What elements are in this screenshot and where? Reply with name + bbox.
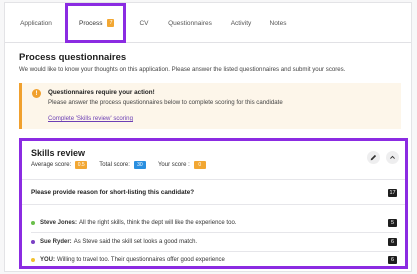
tab-activity[interactable]: Activity	[221, 3, 261, 43]
banner-text: Please answer the process questionnaires…	[48, 99, 283, 106]
total-score-label: Total score:	[99, 162, 130, 168]
status-dot	[31, 239, 35, 244]
comment-item: YOU: Willing to travel too. Their questi…	[31, 252, 399, 267]
edit-button[interactable]	[367, 151, 380, 164]
total-score-value: 30	[133, 161, 146, 169]
comment-author: Sue Ryder:	[40, 238, 72, 245]
chevron-up-icon	[390, 155, 395, 159]
application-panel: Application Process 7 CV Questionnaires …	[4, 2, 412, 272]
tab-application[interactable]: Application	[13, 3, 59, 43]
skills-review-card: Skills review Average score: 0.5 Total s…	[19, 138, 408, 269]
tab-label: Process	[79, 19, 103, 27]
banner-title: Questionnaires require your action!	[48, 89, 155, 96]
comment-author: Steve Jones:	[40, 219, 78, 226]
tab-bar: Application Process 7 CV Questionnaires …	[5, 3, 411, 43]
status-dot	[31, 257, 35, 262]
divider	[22, 204, 405, 205]
your-score: Your score : 0	[158, 161, 206, 169]
comment-text: All the right skills, think the dept wil…	[79, 219, 237, 226]
page-title: Process questionnaires	[19, 52, 127, 63]
comment-score-badge: 6	[388, 256, 397, 264]
status-dot	[31, 220, 35, 225]
your-score-value: 0	[193, 161, 206, 169]
divider	[31, 232, 399, 233]
comment-item: Sue Ryder: As Steve said the skill set l…	[31, 234, 399, 249]
tab-label: Notes	[269, 19, 287, 27]
comment-text: As Steve said the skill set looks a good…	[73, 238, 198, 245]
comment-text: Willing to travel too. Their questionnai…	[57, 256, 225, 263]
pencil-icon	[370, 154, 377, 161]
score-summary: Average score: 0.5 Total score: 30 Your …	[31, 161, 218, 169]
response-count-badge: 17	[388, 189, 397, 197]
tab-label: CV	[139, 19, 149, 27]
comment-score-badge: 5	[388, 219, 397, 227]
average-score: Average score: 0.5	[31, 161, 88, 169]
average-score-label: Average score:	[31, 162, 72, 168]
tab-label: Questionnaires	[168, 19, 212, 27]
total-score: Total score: 30	[99, 161, 146, 169]
comment-item: Steve Jones: All the right skills, think…	[31, 215, 399, 230]
tab-label: Application	[20, 19, 52, 27]
collapse-button[interactable]	[386, 151, 399, 164]
tab-label: Activity	[230, 19, 252, 27]
tab-process[interactable]: Process 7	[65, 3, 126, 43]
tab-notes[interactable]: Notes	[263, 3, 293, 43]
card-title: Skills review	[31, 148, 86, 158]
complete-scoring-link[interactable]: Complete 'Skills review' scoring	[48, 115, 133, 122]
page-subtitle: We would like to know your thoughts on t…	[19, 66, 346, 73]
tab-count-badge: 7	[107, 19, 115, 27]
tab-questionnaires[interactable]: Questionnaires	[160, 3, 220, 43]
tab-cv[interactable]: CV	[129, 3, 159, 43]
your-score-label: Your score :	[157, 162, 190, 168]
action-required-banner: ! Questionnaires require your action! Pl…	[19, 83, 401, 129]
question-text: Please provide reason for short-listing …	[31, 189, 195, 196]
divider	[22, 179, 405, 180]
alert-icon: !	[32, 89, 41, 98]
comment-author: YOU:	[40, 256, 55, 263]
comment-score-badge: 6	[388, 238, 397, 246]
average-score-value: 0.5	[75, 161, 88, 169]
